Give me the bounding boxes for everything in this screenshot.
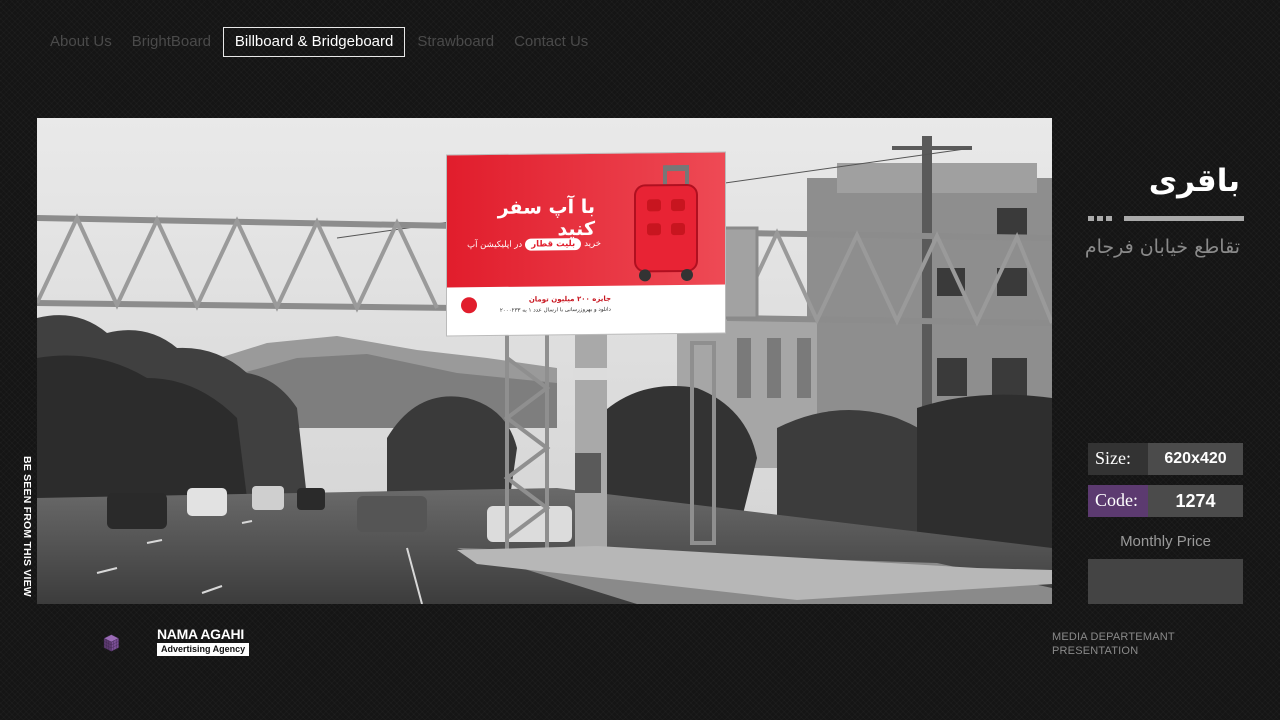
ad-logo-icon bbox=[461, 297, 477, 314]
code-value: 1274 bbox=[1148, 485, 1243, 517]
footer-line-1: MEDIA DEPARTEMANT bbox=[1052, 631, 1175, 643]
code-label: Code: bbox=[1088, 485, 1148, 517]
nav-about-us[interactable]: About Us bbox=[40, 28, 122, 56]
location-title: باقری bbox=[1148, 163, 1240, 199]
ad-subline: خرید بلیت قطار در اپلیکیشن آپ bbox=[461, 238, 601, 251]
size-value: 620x420 bbox=[1148, 443, 1243, 475]
monthly-price-value bbox=[1088, 559, 1243, 604]
size-label: Size: bbox=[1088, 443, 1148, 475]
brand-tagline: Advertising Agency bbox=[157, 643, 250, 656]
ad-subline-badge: بلیت قطار bbox=[525, 238, 582, 251]
suitcase-icon bbox=[634, 164, 698, 282]
brand-name: NAMA AGAHI bbox=[157, 626, 244, 642]
ad-headline: با آپ سفر کنید bbox=[497, 195, 595, 241]
code-row: Code: 1274 bbox=[1088, 485, 1243, 517]
footer-line-2: PRESENTATION bbox=[1052, 645, 1139, 657]
title-divider bbox=[1088, 216, 1244, 221]
ad-footer-line: دانلود و بهروزرسانی با ارسال عدد ۱ به ۲۰… bbox=[499, 306, 611, 314]
footer-text: MEDIA DEPARTEMANT PRESENTATION bbox=[1052, 630, 1175, 658]
billboard-photo: با آپ سفر کنید خرید بلیت قطار در اپلیکیش… bbox=[37, 118, 1052, 604]
nav-contact-us[interactable]: Contact Us bbox=[504, 28, 598, 56]
cube-logo-icon bbox=[103, 634, 120, 652]
main-nav: About Us BrightBoard Billboard & Bridgeb… bbox=[40, 27, 598, 57]
size-row: Size: 620x420 bbox=[1088, 443, 1243, 475]
billboard-ad: با آپ سفر کنید خرید بلیت قطار در اپلیکیش… bbox=[447, 152, 725, 336]
location-subtitle: تقاطع خیابان فرجام bbox=[1084, 236, 1240, 258]
nav-strawboard[interactable]: Strawboard bbox=[407, 28, 504, 56]
ad-subline-prefix: خرید bbox=[584, 238, 601, 250]
ad-prize-line: جایزه ۲۰۰ میلیون تومان bbox=[528, 294, 611, 304]
monthly-price-label: Monthly Price bbox=[1120, 533, 1211, 550]
ad-subline-suffix: در اپلیکیشن آپ bbox=[467, 239, 523, 251]
nav-brightboard[interactable]: BrightBoard bbox=[122, 28, 221, 56]
view-caption: BE SEEN FROM THIS VIEW bbox=[21, 456, 33, 597]
nav-billboard-bridgeboard[interactable]: Billboard & Bridgeboard bbox=[222, 27, 406, 57]
